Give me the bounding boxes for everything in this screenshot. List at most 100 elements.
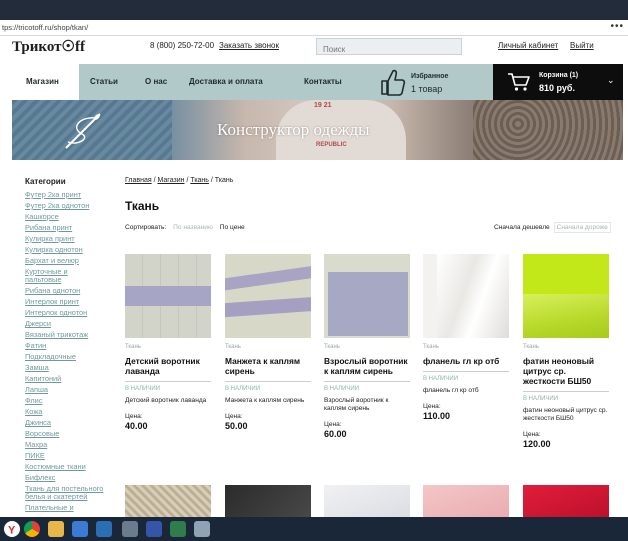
product-image[interactable] xyxy=(523,485,609,517)
category-link[interactable]: Подкладочные xyxy=(25,352,105,361)
favorites-title[interactable]: Избранное xyxy=(411,73,448,80)
svg-text:Y: Y xyxy=(8,525,16,537)
chrome-icon[interactable] xyxy=(24,521,40,537)
product-price: 60.00 xyxy=(324,429,347,439)
site-logo[interactable]: Трикот☉ff xyxy=(12,37,85,56)
product-image[interactable] xyxy=(225,485,311,517)
category-link[interactable]: ПИКЕ xyxy=(25,451,105,460)
nav-item-about[interactable]: О нас xyxy=(145,77,167,86)
category-link[interactable]: Интерлок однотон xyxy=(25,308,105,317)
terminal-icon[interactable] xyxy=(170,521,186,537)
search-input[interactable] xyxy=(317,42,461,57)
product-card[interactable]: Ткань фатин неоновый цитрус ср. жесткост… xyxy=(523,254,609,449)
product-image[interactable] xyxy=(423,485,509,517)
product-card[interactable]: Ткань Взрослый воротник к каплям сирень … xyxy=(324,254,410,439)
category-link[interactable]: Кашкорсе xyxy=(25,212,105,221)
file-explorer-icon[interactable] xyxy=(48,521,64,537)
category-link[interactable]: Замша xyxy=(25,363,105,372)
product-card[interactable]: Ткань Манжета к каплям сирень В НАЛИЧИИ … xyxy=(225,254,311,431)
product-name[interactable]: Манжета к каплям сирень xyxy=(225,356,311,382)
category-link[interactable]: Флис xyxy=(25,396,105,405)
categories-title: Категории xyxy=(25,177,66,186)
category-link[interactable]: Курточные и пальтовые xyxy=(25,267,105,284)
calculator-icon[interactable] xyxy=(122,521,138,537)
callback-link[interactable]: Заказать звонок xyxy=(219,41,279,50)
sort-cheap-first[interactable]: Сначала дешевле xyxy=(494,224,550,231)
product-image[interactable] xyxy=(225,254,311,338)
category-link[interactable]: Интерлок принт xyxy=(25,297,105,306)
product-category: Ткань xyxy=(125,344,141,350)
category-link[interactable]: Кожа xyxy=(25,407,105,416)
product-price: 50.00 xyxy=(225,421,248,431)
breadcrumb-shop[interactable]: Магазин xyxy=(158,177,185,184)
category-link[interactable]: Бифлекс xyxy=(25,473,105,482)
product-image[interactable] xyxy=(523,254,609,338)
category-link[interactable]: Капитоний xyxy=(25,374,105,383)
logout-link[interactable]: Выйти xyxy=(570,41,594,50)
product-name[interactable]: Взрослый воротник к каплям сирень xyxy=(324,356,410,382)
product-category: Ткань xyxy=(423,344,439,350)
breadcrumb-cloth[interactable]: Ткань xyxy=(190,177,209,184)
category-link[interactable]: Лапша xyxy=(25,385,105,394)
nav-item-contacts[interactable]: Контакты xyxy=(304,77,342,86)
product-price: 110.00 xyxy=(423,411,451,421)
stock-status: В НАЛИЧИИ xyxy=(523,396,559,402)
category-link[interactable]: Рибана однотон xyxy=(25,286,105,295)
thumbs-up-icon[interactable] xyxy=(378,67,406,97)
cabinet-link[interactable]: Личный кабинет xyxy=(498,41,558,50)
nav-item-articles[interactable]: Статьи xyxy=(90,77,118,86)
chevron-down-icon[interactable]: ⌄ xyxy=(607,75,615,86)
category-link[interactable]: Рибана принт xyxy=(25,223,105,232)
banner-shirt-number: 19 21 xyxy=(314,102,332,109)
sort-label: Сортировать: xyxy=(125,224,167,231)
product-image[interactable] xyxy=(324,485,410,517)
category-link[interactable]: Ворсовые xyxy=(25,429,105,438)
search-box[interactable] xyxy=(316,38,462,57)
favorites-count[interactable]: 1 товар xyxy=(411,84,442,94)
url-text[interactable]: tps://tricotoff.ru/shop/tkan/ xyxy=(2,23,88,32)
cart-icon xyxy=(508,73,530,91)
product-image[interactable] xyxy=(125,485,211,517)
category-link[interactable]: Фатин xyxy=(25,341,105,350)
category-link[interactable]: Джинса xyxy=(25,418,105,427)
product-name[interactable]: фатин неоновый цитрус ср. жесткости БШ50 xyxy=(523,356,609,392)
product-name[interactable]: Детский воротник лаванда xyxy=(125,356,211,382)
sort-by-price[interactable]: По цене xyxy=(220,224,245,231)
category-link[interactable]: Плательные и xyxy=(25,504,105,512)
price-label: Цена: xyxy=(324,421,342,428)
product-category: Ткань xyxy=(225,344,241,350)
category-link[interactable]: Махра xyxy=(25,440,105,449)
category-link[interactable]: Ткань для постельного белья и скатертей xyxy=(25,484,105,501)
product-name[interactable]: фланель гл кр отб xyxy=(423,356,509,372)
product-image[interactable] xyxy=(125,254,211,338)
sort-expensive-first[interactable]: Сначала дороже xyxy=(553,222,611,233)
sort-by-name[interactable]: По названию xyxy=(173,224,213,231)
category-link[interactable]: Джерси xyxy=(25,319,105,328)
document-icon[interactable] xyxy=(96,521,112,537)
cart-button[interactable]: Корзина (1) 810 руб. ⌄ xyxy=(493,64,623,100)
mail-icon[interactable] xyxy=(72,521,88,537)
product-image[interactable] xyxy=(423,254,509,338)
app-icon[interactable] xyxy=(194,521,210,537)
product-category: Ткань xyxy=(523,344,539,350)
cart-sum: 810 руб. xyxy=(539,83,575,93)
category-link[interactable]: Вязаный трикотаж xyxy=(25,330,105,339)
category-link[interactable]: Футер 2ка принт xyxy=(25,190,105,199)
address-bar[interactable]: tps://tricotoff.ru/shop/tkan/ ••• xyxy=(0,20,628,36)
category-link[interactable]: Кулирка принт xyxy=(25,234,105,243)
more-icon[interactable]: ••• xyxy=(610,21,624,32)
sort-controls: Сортировать: По названию По цене xyxy=(125,224,245,231)
category-link[interactable]: Костюмные ткани xyxy=(25,462,105,471)
nav-item-shop[interactable]: Магазин xyxy=(26,77,59,86)
save-icon[interactable] xyxy=(146,521,162,537)
nav-item-delivery[interactable]: Доставка и оплата xyxy=(189,77,263,86)
phone-number: 8 (800) 250-72-00 xyxy=(150,41,215,50)
category-link[interactable]: Бархат и велюр xyxy=(25,256,105,265)
product-card[interactable]: Ткань фланель гл кр отб В НАЛИЧИИ фланел… xyxy=(423,254,509,421)
category-link[interactable]: Кулирка однотон xyxy=(25,245,105,254)
category-link[interactable]: Футер 2ка однотон xyxy=(25,201,105,210)
product-card[interactable]: Ткань Детский воротник лаванда В НАЛИЧИИ… xyxy=(125,254,211,431)
product-image[interactable] xyxy=(324,254,410,338)
yandex-icon[interactable]: Y xyxy=(4,521,20,537)
breadcrumb-home[interactable]: Главная xyxy=(125,177,152,184)
